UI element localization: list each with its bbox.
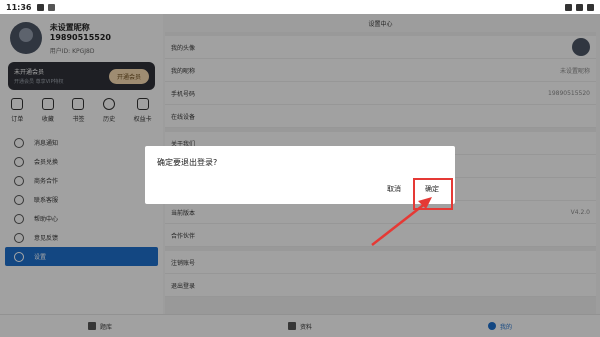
annotation-arrow-icon (371, 197, 432, 246)
